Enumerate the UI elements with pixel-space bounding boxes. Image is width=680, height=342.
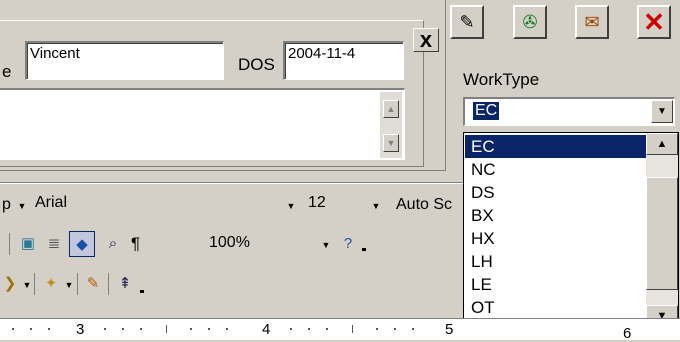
paint-icon[interactable]: ❯ <box>0 273 20 293</box>
name-value: Vincent <box>30 45 80 62</box>
worktype-option[interactable]: HX <box>468 227 647 250</box>
ruler-tick <box>308 328 310 330</box>
dos-label: DOS <box>238 55 275 74</box>
scroll-down-button[interactable]: ▼ <box>383 134 399 152</box>
notes-scrollbar[interactable]: ▲ ▼ <box>380 92 402 158</box>
list-scroll-up-button[interactable]: ▲ <box>646 133 678 155</box>
worktype-option[interactable]: OT <box>468 296 647 319</box>
worktype-option[interactable]: DS <box>468 181 647 204</box>
arrow-down-icon: ▼ <box>386 138 396 148</box>
close-red-icon: ✕ <box>643 6 665 37</box>
ruler-half-mark <box>166 325 167 333</box>
ruler-tick <box>376 328 378 330</box>
worktype-label: WorkType <box>463 70 540 89</box>
worktype-list-scrollbar[interactable]: ▲ ▼ <box>646 133 678 327</box>
insert-fields-icon[interactable]: ✦ <box>41 273 61 293</box>
size-dropdown-arrow-icon[interactable]: ▼ <box>370 199 382 213</box>
save-tool-button[interactable]: ✇ <box>513 5 547 39</box>
toolbar-overflow-icon[interactable] <box>140 290 144 293</box>
close-icon: x <box>419 27 433 52</box>
ruler-tick <box>12 328 14 330</box>
chart-icon[interactable]: ▣ <box>18 233 38 253</box>
font-size-value: 12 <box>308 194 326 211</box>
ruler-tick <box>394 328 396 330</box>
zoom-dropdown-arrow-icon[interactable]: ▼ <box>320 238 332 252</box>
worktype-option[interactable]: LH <box>468 250 647 273</box>
ruler-number: 4 <box>262 321 271 338</box>
mail-tool-button[interactable]: ✉ <box>575 5 609 39</box>
help-icon[interactable]: ? <box>338 233 358 253</box>
list-scroll-thumb[interactable] <box>646 177 678 290</box>
ruler-tick <box>208 328 210 330</box>
horizontal-ruler[interactable]: 3 4 5 <box>0 318 463 340</box>
toolbar-overflow-icon[interactable] <box>362 248 366 251</box>
ruler-tick <box>190 328 192 330</box>
ruler-tick <box>30 328 32 330</box>
worktype-option[interactable]: LE <box>468 273 647 296</box>
panel-close-button[interactable]: x <box>413 27 439 52</box>
save-icon: ✇ <box>522 11 538 32</box>
ruler-half-mark <box>352 325 353 333</box>
ruler-number: 6 <box>623 325 632 342</box>
worktype-option[interactable]: NC <box>468 158 647 181</box>
font-dropdown-arrow-icon[interactable]: ▼ <box>285 199 297 213</box>
gallery-icon[interactable]: ⌕ <box>103 233 123 253</box>
zoom-select[interactable]: 100% <box>205 233 315 255</box>
edit-icon[interactable]: ✎ <box>83 273 103 293</box>
ruler-tick <box>326 328 328 330</box>
ruler-tick <box>226 328 228 330</box>
dos-field[interactable]: 2004-11-4 <box>283 41 404 80</box>
toolbar-divider <box>108 273 109 295</box>
font-select[interactable]: Arial <box>31 193 281 215</box>
ruler-tick <box>290 328 292 330</box>
pilcrow-icon[interactable]: ¶ <box>131 234 140 254</box>
notes-textarea[interactable] <box>0 88 405 160</box>
name-field[interactable]: Vincent <box>25 41 224 80</box>
ruler-tick <box>122 328 124 330</box>
style-select-partial[interactable]: p <box>2 196 11 214</box>
arrow-up-icon: ▲ <box>656 138 668 150</box>
notes-icon: ✎ <box>459 11 475 32</box>
paint-dropdown-arrow-icon[interactable]: ▼ <box>21 278 33 292</box>
worktype-dropdown-button[interactable]: ▼ <box>651 100 673 123</box>
toolbar-divider <box>9 233 10 255</box>
ruler-extension: 6 <box>463 318 680 342</box>
worktype-combobox[interactable]: EC ▼ <box>463 97 675 126</box>
name-label: e <box>2 62 12 81</box>
chevron-down-icon: ▼ <box>657 106 667 117</box>
navigator-icon[interactable]: ◆ <box>69 231 95 257</box>
style-dropdown-arrow-icon[interactable]: ▼ <box>16 199 28 213</box>
notes-tool-button[interactable]: ✎ <box>450 5 484 39</box>
scroll-up-button[interactable]: ▲ <box>383 100 399 118</box>
close-tool-button[interactable]: ✕ <box>637 5 671 39</box>
ruler-tick <box>140 328 142 330</box>
ruler-number: 5 <box>445 321 454 338</box>
toolbar-divider <box>77 273 78 295</box>
toolbar-separator <box>0 183 463 184</box>
font-size-select[interactable]: 12 <box>304 193 364 215</box>
worktype-option[interactable]: EC <box>465 135 649 158</box>
font-name: Arial <box>35 194 68 211</box>
insert-dropdown-arrow-icon[interactable]: ▼ <box>63 278 75 292</box>
list-icon[interactable]: ≣ <box>44 233 64 253</box>
ruler-tick <box>104 328 106 330</box>
dos-value: 2004-11-4 <box>288 45 356 62</box>
arrow-up-icon: ▲ <box>386 104 396 114</box>
auto-spell-partial[interactable]: Auto Sc <box>396 196 452 214</box>
worktype-dropdown-list[interactable]: EC NC DS BX HX LH LE OT ▲ ▼ <box>463 132 679 328</box>
align-top-icon[interactable]: ⇞ <box>115 273 135 293</box>
ruler-tick <box>48 328 50 330</box>
toolbar-divider <box>34 273 35 295</box>
worktype-selected-value: EC <box>473 102 500 120</box>
worktype-option[interactable]: BX <box>468 204 647 227</box>
ruler-number: 3 <box>76 321 85 338</box>
zoom-value: 100% <box>209 234 250 251</box>
ruler-tick <box>412 328 414 330</box>
mail-icon: ✉ <box>584 11 600 32</box>
